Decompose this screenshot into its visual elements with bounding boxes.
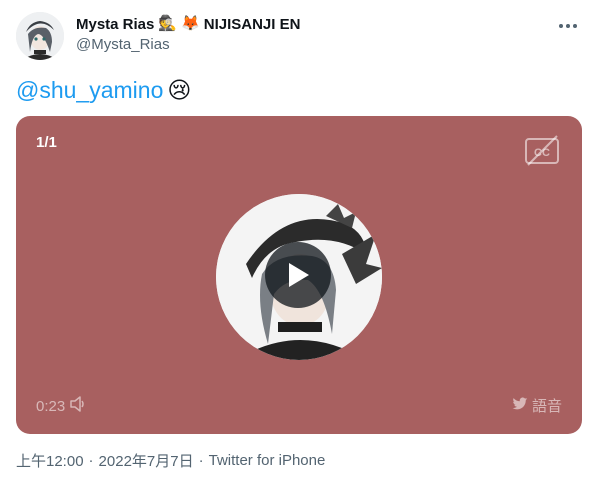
author-name-row[interactable]: Mysta Rias 🕵️ 🦊 NIJISANJI EN: [76, 14, 300, 34]
volume-icon[interactable]: [69, 396, 87, 416]
author-name-block: Mysta Rias 🕵️ 🦊 NIJISANJI EN @Mysta_Rias: [76, 14, 300, 53]
meta-separator: ·: [198, 452, 204, 469]
play-icon[interactable]: [265, 242, 331, 308]
more-icon[interactable]: [554, 14, 582, 38]
author-affiliation[interactable]: NIJISANJI EN: [204, 16, 301, 33]
tweet-text: @shu_yamino 😢: [16, 74, 191, 106]
spy-emoji: 🕵️: [158, 15, 178, 32]
video-player[interactable]: 1/1 CC 0:23 語音: [16, 116, 582, 434]
mention-link[interactable]: @shu_yamino: [16, 77, 163, 103]
twitter-bird-icon: [512, 397, 528, 415]
video-time-group: 0:23: [36, 396, 87, 416]
meta-separator: ·: [88, 452, 94, 469]
author-display-name[interactable]: Mysta Rias: [76, 16, 154, 33]
tweet-meta: 上午12:00 · 2022年7月7日 · Twitter for iPhone: [16, 450, 325, 471]
video-time: 0:23: [36, 397, 66, 415]
tweet-header: Mysta Rias 🕵️ 🦊 NIJISANJI EN @Mysta_Rias: [16, 10, 582, 60]
author-handle[interactable]: @Mysta_Rias: [76, 36, 300, 53]
tweet-date[interactable]: 2022年7月7日: [99, 450, 194, 471]
audio-label-group: 語音: [512, 395, 562, 416]
crying-face-emoji: 😢: [167, 77, 192, 103]
media-counter: 1/1: [36, 134, 57, 151]
audio-label: 語音: [531, 398, 562, 415]
author-avatar[interactable]: [16, 12, 64, 60]
tweet-time[interactable]: 上午12:00: [16, 450, 84, 471]
tweet-source: Twitter for iPhone: [208, 452, 326, 469]
closed-captions-icon[interactable]: CC: [524, 134, 560, 168]
fox-emoji: 🦊: [181, 15, 200, 32]
